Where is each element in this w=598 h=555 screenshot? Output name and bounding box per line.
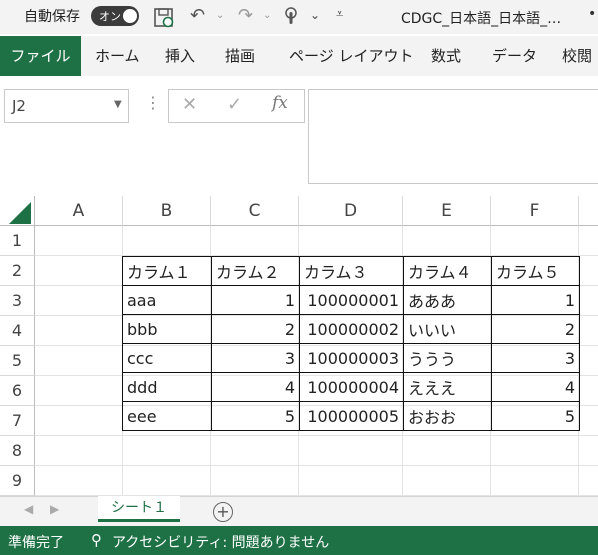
row-header-7[interactable]: 7: [0, 406, 35, 436]
sheet-tab-1[interactable]: シート１: [98, 496, 180, 522]
tab-review[interactable]: 校閲: [562, 36, 592, 76]
insert-function-icon[interactable]: fx: [272, 93, 288, 113]
table-cell[interactable]: 4: [211, 372, 300, 402]
table-cell[interactable]: えええ: [403, 372, 492, 402]
table-cell[interactable]: 2: [491, 314, 580, 344]
more-options-icon[interactable]: ⋮: [145, 93, 161, 112]
table-cell[interactable]: 100000004: [299, 372, 404, 402]
table-cell[interactable]: 5: [211, 401, 300, 431]
touch-dropdown-icon[interactable]: ⌄: [310, 8, 320, 22]
formula-input[interactable]: [308, 89, 598, 184]
column-header-g[interactable]: [579, 196, 598, 226]
name-box-dropdown-icon[interactable]: ▼: [114, 99, 122, 110]
table-cell[interactable]: 1: [211, 285, 300, 315]
table-cell[interactable]: ううう: [403, 343, 492, 373]
table-cell[interactable]: 100000005: [299, 401, 404, 431]
table-header-cell[interactable]: カラム５: [491, 256, 580, 286]
data-table: カラム１ カラム２ カラム３ カラム４ カラム５ aaa 1 100000001…: [122, 256, 580, 431]
tab-home[interactable]: ホーム: [95, 36, 140, 76]
table-cell[interactable]: bbb: [122, 314, 212, 344]
column-header-c[interactable]: C: [211, 196, 299, 226]
table-cell[interactable]: 5: [491, 401, 580, 431]
table-cell[interactable]: おおお: [403, 401, 492, 431]
sheet-nav-next-icon[interactable]: ▶: [50, 502, 59, 516]
gridline: [35, 435, 598, 436]
row-header-1[interactable]: 1: [0, 226, 35, 256]
table-row: bbb 2 100000002 いいい 2: [122, 314, 580, 344]
table-header-cell[interactable]: カラム２: [211, 256, 300, 286]
save-icon[interactable]: [153, 7, 175, 29]
autosave-label: 自動保存: [24, 9, 80, 25]
tab-insert[interactable]: 挿入: [165, 36, 195, 76]
toggle-knob: [123, 9, 137, 23]
table-header-cell[interactable]: カラム４: [403, 256, 492, 286]
column-header-b[interactable]: B: [123, 196, 211, 226]
table-row: ccc 3 100000003 ううう 3: [122, 343, 580, 373]
table-cell[interactable]: 3: [491, 343, 580, 373]
table-cell[interactable]: ccc: [122, 343, 212, 373]
table-cell[interactable]: 1: [491, 285, 580, 315]
saved-indicator-icon: •: [588, 6, 597, 22]
table-cell[interactable]: 100000003: [299, 343, 404, 373]
row-header-9[interactable]: 9: [0, 466, 35, 496]
undo-icon[interactable]: ↶: [190, 5, 205, 26]
tab-formulas[interactable]: 数式: [431, 36, 461, 76]
sheet-nav-prev-icon[interactable]: ◀: [24, 502, 33, 516]
undo-dropdown-icon[interactable]: ⌄: [216, 10, 224, 21]
gridline: [35, 465, 598, 466]
table-row: aaa 1 100000001 あああ 1: [122, 285, 580, 315]
tab-draw[interactable]: 描画: [225, 36, 255, 76]
table-cell[interactable]: 3: [211, 343, 300, 373]
document-title[interactable]: CDGC_日本語_日本語_…: [401, 8, 561, 28]
row-header-4[interactable]: 4: [0, 316, 35, 346]
column-header-a[interactable]: A: [35, 196, 123, 226]
table-row: ddd 4 100000004 えええ 4: [122, 372, 580, 402]
status-ready: 準備完了: [8, 535, 64, 551]
column-header-f[interactable]: F: [491, 196, 579, 226]
row-header-5[interactable]: 5: [0, 346, 35, 376]
sheet-tab-bar: [0, 496, 598, 526]
row-header-3[interactable]: 3: [0, 286, 35, 316]
table-cell[interactable]: いいい: [403, 314, 492, 344]
cancel-icon[interactable]: ✕: [182, 94, 197, 115]
tab-data[interactable]: データ: [492, 36, 537, 76]
table-cell[interactable]: eee: [122, 401, 212, 431]
select-all-triangle-icon: [9, 202, 31, 224]
column-header-d[interactable]: D: [299, 196, 403, 226]
table-cell[interactable]: 100000001: [299, 285, 404, 315]
table-header-row: カラム１ カラム２ カラム３ カラム４ カラム５: [122, 256, 580, 286]
table-row: eee 5 100000005 おおお 5: [122, 401, 580, 431]
tab-page-layout[interactable]: ページ レイアウト: [289, 36, 413, 76]
accessibility-icon[interactable]: ⚲: [91, 531, 102, 549]
tab-file[interactable]: ファイル: [0, 36, 81, 76]
add-sheet-icon[interactable]: +: [213, 502, 233, 522]
touch-mode-icon[interactable]: [282, 6, 302, 28]
autosave-toggle-text: オン: [99, 10, 121, 23]
table-cell[interactable]: 4: [491, 372, 580, 402]
table-cell[interactable]: 2: [211, 314, 300, 344]
column-header-e[interactable]: E: [403, 196, 491, 226]
table-cell[interactable]: ddd: [122, 372, 212, 402]
table-cell[interactable]: aaa: [122, 285, 212, 315]
table-cell[interactable]: 100000002: [299, 314, 404, 344]
row-header-6[interactable]: 6: [0, 376, 35, 406]
row-header-2[interactable]: 2: [0, 256, 35, 286]
customize-toolbar-icon[interactable]: ⩡: [336, 7, 343, 22]
name-box-value: J2: [12, 97, 26, 115]
row-header-8[interactable]: 8: [0, 436, 35, 466]
redo-icon[interactable]: ↷: [238, 5, 253, 26]
enter-check-icon[interactable]: ✓: [227, 94, 242, 115]
table-header-cell[interactable]: カラム３: [299, 256, 404, 286]
accessibility-status[interactable]: アクセシビリティ: 問題ありません: [112, 532, 329, 552]
table-cell[interactable]: あああ: [403, 285, 492, 315]
table-header-cell[interactable]: カラム１: [122, 256, 212, 286]
redo-dropdown-icon[interactable]: ⌄: [263, 10, 271, 21]
